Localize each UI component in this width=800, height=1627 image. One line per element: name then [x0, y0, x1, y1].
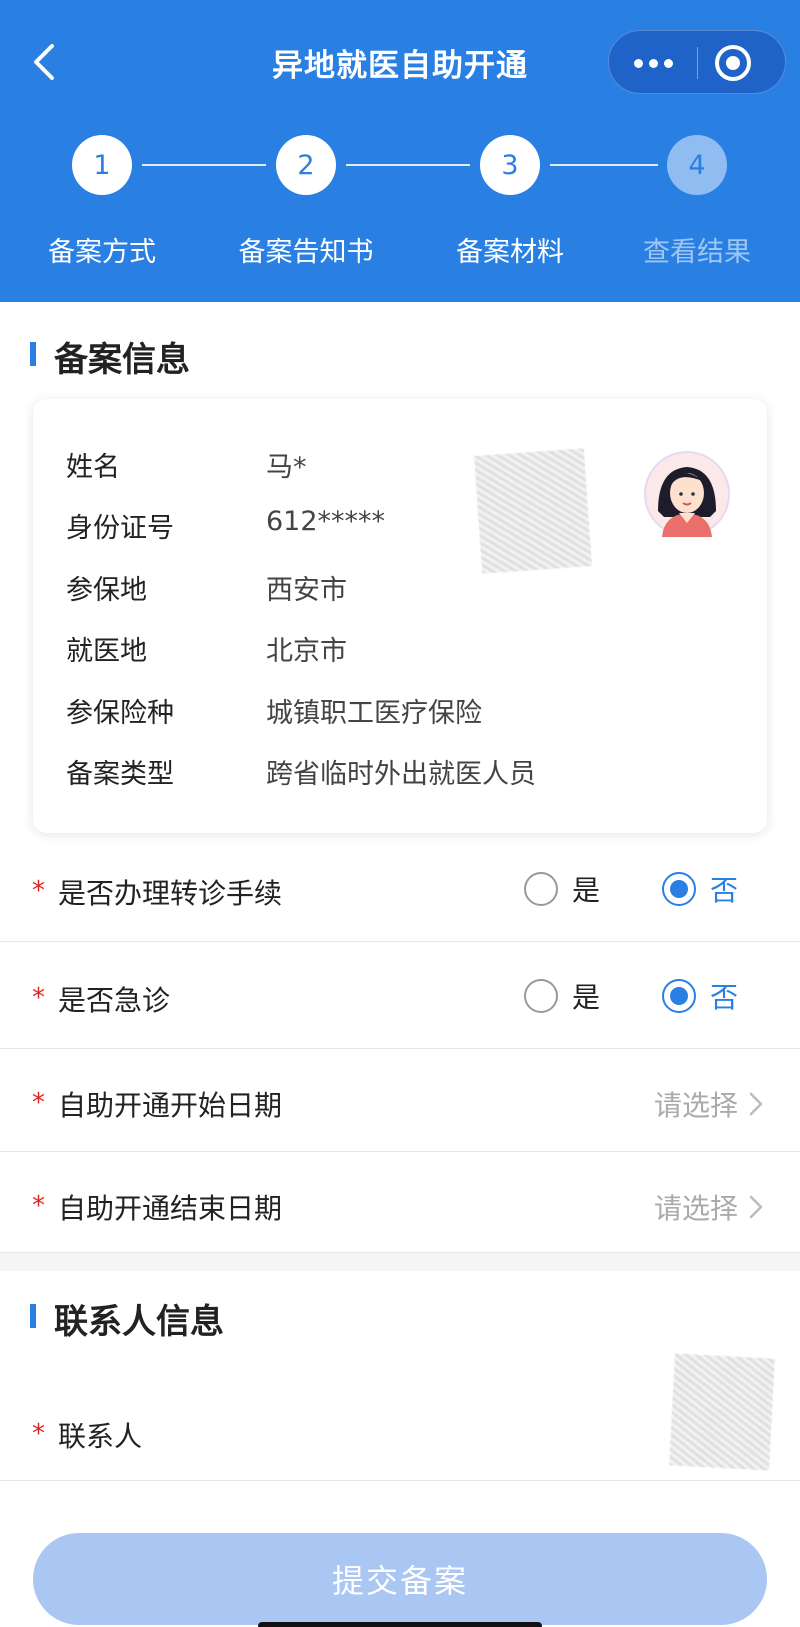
end-date-picker[interactable]: 请选择	[654, 1187, 764, 1227]
step-connector	[550, 164, 658, 166]
transfer-no-radio[interactable]: 否	[662, 869, 738, 909]
emergency-yes-radio[interactable]: 是	[524, 976, 600, 1016]
name-value: 马*	[266, 452, 307, 483]
filing-type-label: 备案类型	[66, 759, 174, 790]
transfer-no-label: 否	[710, 874, 739, 907]
close-target-icon[interactable]	[713, 43, 753, 83]
end-date-row[interactable]: * 自助开通结束日期 请选择	[0, 1153, 800, 1253]
start-date-row[interactable]: * 自助开通开始日期 请选择	[0, 1050, 800, 1152]
start-date-picker[interactable]: 请选择	[654, 1084, 764, 1124]
step-3-label: 备案材料	[456, 237, 564, 268]
required-mark: *	[32, 876, 45, 906]
step-1-label: 备案方式	[48, 237, 156, 268]
step-4-circle: 4	[667, 135, 727, 195]
step-connector	[346, 164, 470, 166]
section-accent-bar	[30, 342, 36, 366]
chevron-right-icon	[749, 1195, 763, 1219]
contact-section-title-text: 联系人信息	[54, 1302, 224, 1342]
insured-place-label: 参保地	[66, 575, 147, 606]
required-mark: *	[32, 983, 45, 1013]
step-4-label: 查看结果	[643, 237, 751, 268]
radio-checked-icon	[662, 872, 696, 906]
section-divider	[0, 1253, 800, 1271]
chevron-right-icon	[749, 1092, 763, 1116]
id-number-label: 身份证号	[66, 513, 174, 544]
emergency-no-label: 否	[710, 981, 739, 1014]
emergency-row: * 是否急诊 是 否	[0, 943, 800, 1049]
name-label: 姓名	[66, 452, 120, 483]
end-date-placeholder: 请选择	[653, 1192, 738, 1225]
insured-place-value: 西安市	[266, 575, 347, 606]
step-1-circle: 1	[72, 135, 132, 195]
insurance-type-label: 参保险种	[66, 698, 174, 729]
redaction-smudge	[474, 448, 592, 574]
medical-place-label: 就医地	[66, 636, 147, 667]
redaction-smudge	[669, 1353, 775, 1471]
emergency-no-radio[interactable]: 否	[662, 976, 738, 1016]
start-date-label: 自助开通开始日期	[58, 1089, 283, 1122]
required-mark: *	[32, 1191, 45, 1221]
transfer-yes-label: 是	[572, 874, 601, 907]
section-accent-bar	[30, 1304, 36, 1328]
medical-place-value: 北京市	[266, 636, 347, 667]
contact-section-title: 联系人信息	[30, 1294, 224, 1343]
home-indicator	[258, 1622, 542, 1627]
radio-unchecked-icon	[524, 872, 558, 906]
required-mark: *	[32, 1419, 45, 1449]
radio-checked-icon	[662, 979, 696, 1013]
id-number-value: 612*****	[266, 506, 386, 537]
radio-unchecked-icon	[524, 979, 558, 1013]
step-3-circle: 3	[480, 135, 540, 195]
transfer-label: 是否办理转诊手续	[58, 877, 283, 910]
mini-program-capsule	[608, 30, 786, 94]
start-date-placeholder: 请选择	[653, 1089, 738, 1122]
insurance-type-value: 城镇职工医疗保险	[266, 698, 482, 729]
step-connector	[142, 164, 266, 166]
filing-type-value: 跨省临时外出就医人员	[266, 759, 536, 790]
filing-section-title: 备案信息	[30, 332, 190, 381]
step-2-label: 备案告知书	[238, 237, 374, 268]
emergency-yes-label: 是	[572, 981, 601, 1014]
required-mark: *	[32, 1088, 45, 1118]
transfer-row: * 是否办理转诊手续 是 否	[0, 836, 800, 942]
end-date-label: 自助开通结束日期	[58, 1192, 283, 1225]
submit-filing-button[interactable]: 提交备案	[33, 1533, 767, 1625]
header-bar: 异地就医自助开通 1 2 3 4 备案方式 备案告知书 备案材料 查看结果	[0, 0, 800, 302]
step-2-circle: 2	[276, 135, 336, 195]
transfer-yes-radio[interactable]: 是	[524, 869, 600, 909]
contact-label: 联系人	[58, 1420, 143, 1453]
emergency-label: 是否急诊	[58, 984, 171, 1017]
more-icon[interactable]	[609, 31, 697, 95]
filing-section-title-text: 备案信息	[54, 340, 190, 380]
user-avatar	[644, 451, 730, 537]
capsule-divider	[697, 47, 698, 79]
